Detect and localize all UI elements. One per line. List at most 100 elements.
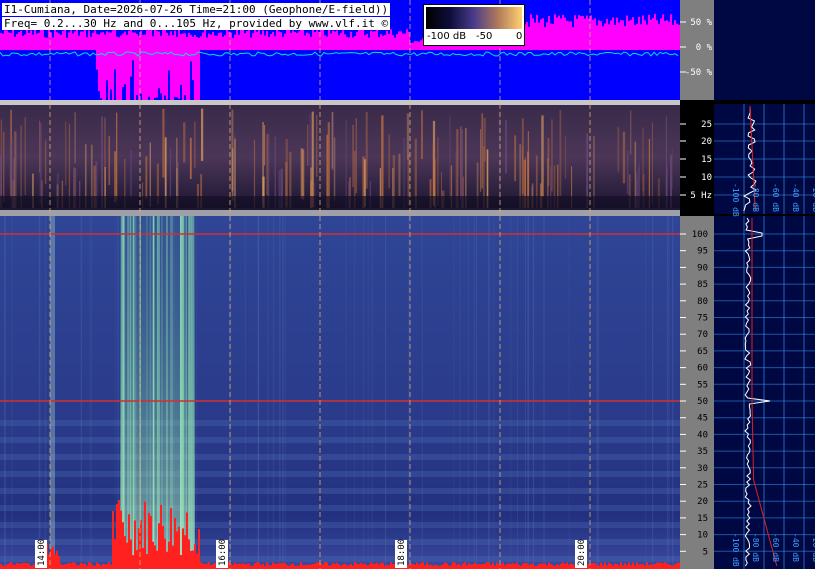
red-bar xyxy=(12,564,14,569)
top-fill-bar xyxy=(152,36,154,100)
low-vstreak xyxy=(279,216,281,569)
top-fill-bar xyxy=(56,32,58,50)
low-vstreak xyxy=(645,216,647,569)
panel-separator-2 xyxy=(0,210,680,216)
top-fill-bar xyxy=(178,29,180,99)
red-bar xyxy=(276,563,278,569)
red-bar xyxy=(612,565,614,569)
mid-streak xyxy=(388,134,390,189)
top-fill-bar xyxy=(110,32,112,90)
top-fill-bar xyxy=(582,16,584,50)
mid-streak xyxy=(311,111,314,208)
red-bar xyxy=(214,563,216,569)
red-bar xyxy=(390,562,392,569)
top-fill-bar xyxy=(268,37,270,50)
top-fill-bar xyxy=(80,31,82,50)
top-fill-bar xyxy=(382,35,384,50)
top-fill-bar xyxy=(124,31,126,85)
top-fill-bar xyxy=(82,31,84,50)
top-fill-bar xyxy=(308,33,310,50)
top-fill-bar xyxy=(298,31,300,50)
top-fill-bar xyxy=(660,18,662,50)
red-bar xyxy=(362,564,364,569)
red-bar xyxy=(174,518,176,569)
red-bar xyxy=(488,562,490,569)
top-fill-bar xyxy=(154,29,156,98)
side-mid-db-label: -100 dB xyxy=(731,183,740,217)
low-vstreak xyxy=(525,216,526,569)
top-fill-bar xyxy=(320,28,322,50)
top-fill-bar xyxy=(552,23,554,50)
top-fill-bar xyxy=(562,14,564,50)
red-bar xyxy=(596,564,598,569)
red-bar xyxy=(266,562,268,569)
top-fill-bar xyxy=(420,40,422,50)
red-bar xyxy=(84,563,86,569)
top-fill-bar xyxy=(306,32,308,50)
mid-streak xyxy=(285,138,288,206)
top-fill-bar xyxy=(678,24,680,50)
red-bar xyxy=(54,554,56,569)
top-fill-bar xyxy=(274,36,276,50)
top-fill-bar xyxy=(296,33,298,50)
red-bar xyxy=(72,562,74,569)
red-bar xyxy=(608,562,610,569)
top-fill-bar xyxy=(236,29,238,50)
mid-streak xyxy=(564,136,567,179)
red-bar xyxy=(86,565,88,569)
top-fill-bar xyxy=(636,23,638,50)
top-fill-bar xyxy=(202,32,204,50)
top-fill-bar xyxy=(314,32,316,50)
red-bar xyxy=(464,562,466,569)
top-fill-bar xyxy=(146,30,148,101)
top-fill-bar xyxy=(310,37,312,50)
red-bar xyxy=(248,563,250,569)
low-tick-label: 95 xyxy=(697,247,708,257)
mid-streak xyxy=(231,148,234,201)
red-bar xyxy=(372,563,374,569)
red-bar xyxy=(134,520,136,569)
side-low-db-label: -40 dB xyxy=(791,533,800,562)
red-bar xyxy=(638,564,640,569)
red-bar xyxy=(280,563,282,569)
mid-streak xyxy=(3,131,5,203)
red-bar xyxy=(446,563,448,569)
red-bar xyxy=(432,565,434,569)
top-fill-bar xyxy=(536,14,538,51)
top-fill-bar xyxy=(624,26,626,50)
red-bar xyxy=(508,563,510,569)
red-bar xyxy=(178,526,180,569)
red-bar xyxy=(104,564,106,569)
top-fill-bar xyxy=(316,30,318,50)
red-bar xyxy=(350,563,352,569)
top-fill-bar xyxy=(76,29,78,50)
low-vstreak xyxy=(385,216,387,569)
top-fill-bar xyxy=(4,29,6,50)
top-fill-bar xyxy=(334,31,336,50)
red-bar xyxy=(670,565,672,569)
mid-streak xyxy=(559,109,562,196)
top-fill-bar xyxy=(164,28,166,96)
top-fill-bar xyxy=(332,30,334,50)
red-bar xyxy=(330,565,332,569)
red-bar xyxy=(478,564,480,569)
red-bar xyxy=(102,564,104,569)
red-bar xyxy=(442,564,444,569)
top-fill-bar xyxy=(182,33,184,100)
mid-streak xyxy=(630,110,632,155)
top-fill-bar xyxy=(596,25,598,50)
red-bar xyxy=(346,565,348,569)
red-bar xyxy=(92,565,94,569)
red-bar xyxy=(204,564,206,569)
top-fill-bar xyxy=(406,29,408,50)
low-vstreak xyxy=(543,216,545,569)
low-vstreak xyxy=(89,216,91,569)
red-bar xyxy=(80,562,82,569)
top-fill-bar xyxy=(278,31,280,50)
red-bar xyxy=(592,563,594,569)
red-bar xyxy=(170,508,172,569)
top-fill-bar xyxy=(290,32,292,50)
top-fill-bar xyxy=(194,35,196,101)
red-bar xyxy=(504,565,506,569)
red-bar xyxy=(526,563,528,569)
